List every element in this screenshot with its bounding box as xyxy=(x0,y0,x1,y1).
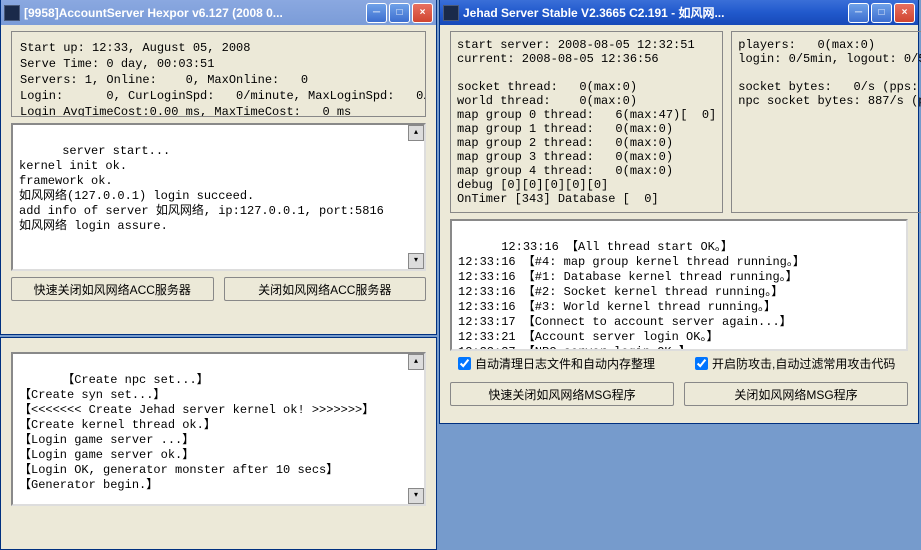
fast-close-acc-button[interactable]: 快速关闭如风网络ACC服务器 xyxy=(11,277,214,301)
status-text: Start up: 12:33, August 05, 2008 Serve T… xyxy=(11,31,426,117)
scroll-up-button[interactable]: ▴ xyxy=(408,354,424,370)
window-title: Jehad Server Stable V2.3665 C2.191 - 如风网… xyxy=(463,4,848,21)
window-title: [9958]AccountServer Hexpor v6.127 (2008 … xyxy=(24,6,366,20)
left-status-panel: start server: 2008-08-05 12:32:51 curren… xyxy=(450,31,723,213)
log-textarea[interactable]: 【Create npc set...】 【Create syn set...】 … xyxy=(11,352,426,506)
account-server-window: [9958]AccountServer Hexpor v6.127 (2008 … xyxy=(0,0,437,335)
checkbox-label: 自动清理日志文件和自动内存整理 xyxy=(475,355,655,372)
right-status-panel: players: 0(max:0) login: 0/5min, logout:… xyxy=(731,31,921,213)
scroll-down-button[interactable]: ▾ xyxy=(408,488,424,504)
titlebar[interactable]: [9958]AccountServer Hexpor v6.127 (2008 … xyxy=(1,0,436,25)
titlebar[interactable]: Jehad Server Stable V2.3665 C2.191 - 如风网… xyxy=(440,0,918,25)
log-textarea[interactable]: 12:33:16 【All thread start OK。】 12:33:16… xyxy=(450,219,908,351)
close-acc-button[interactable]: 关闭如风网络ACC服务器 xyxy=(224,277,427,301)
fast-close-msg-button[interactable]: 快速关闭如风网络MSG程序 xyxy=(450,382,674,406)
scroll-up-button[interactable]: ▴ xyxy=(408,125,424,141)
minimize-button[interactable]: ─ xyxy=(848,3,869,23)
app-icon xyxy=(4,5,20,21)
checkbox-label: 开启防攻击,自动过滤常用攻击代码 xyxy=(712,355,895,372)
anti-attack-checkbox[interactable]: 开启防攻击,自动过滤常用攻击代码 xyxy=(695,355,895,372)
maximize-button[interactable]: □ xyxy=(871,3,892,23)
maximize-button[interactable]: □ xyxy=(389,3,410,23)
minimize-button[interactable]: ─ xyxy=(366,3,387,23)
scroll-down-button[interactable]: ▾ xyxy=(408,253,424,269)
app-icon xyxy=(443,5,459,21)
log-content: 12:33:16 【All thread start OK。】 12:33:16… xyxy=(458,240,805,351)
log-content: server start... kernel init ok. framewor… xyxy=(19,144,384,233)
close-button[interactable]: × xyxy=(894,3,915,23)
log-content: 【Create npc set...】 【Create syn set...】 … xyxy=(19,373,374,492)
auto-clean-checkbox[interactable]: 自动清理日志文件和自动内存整理 xyxy=(458,355,655,372)
jehad-server-window: Jehad Server Stable V2.3665 C2.191 - 如风网… xyxy=(439,0,919,424)
close-msg-button[interactable]: 关闭如风网络MSG程序 xyxy=(684,382,908,406)
npc-log-window: 【Create npc set...】 【Create syn set...】 … xyxy=(0,337,437,550)
log-textarea[interactable]: server start... kernel init ok. framewor… xyxy=(11,123,426,271)
close-button[interactable]: × xyxy=(412,3,433,23)
